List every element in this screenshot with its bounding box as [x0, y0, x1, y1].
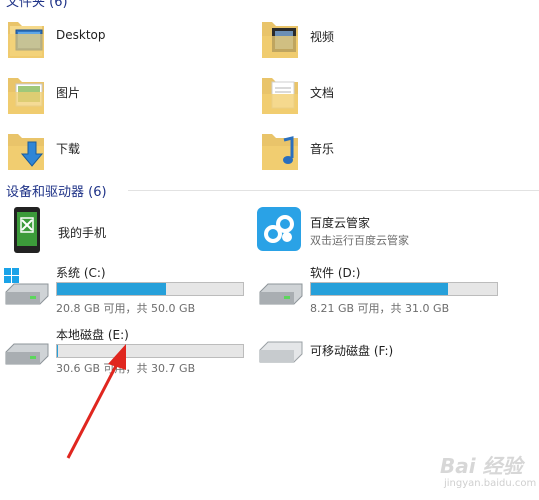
device-description: 双击运行百度云管家: [310, 234, 409, 247]
watermark-logo: Bai 经验: [440, 454, 523, 478]
drive-item-c[interactable]: 系统 (C:) 20.8 GB 可用，共 50.0 GB: [2, 262, 252, 318]
pictures-folder-icon: [8, 78, 44, 114]
hard-drive-icon: [5, 343, 49, 365]
device-label: 我的手机: [58, 226, 107, 240]
system-drive-icon: [4, 268, 49, 305]
hard-drive-icon: [259, 283, 303, 305]
folder-item-pictures[interactable]: 图片: [4, 66, 204, 120]
drive-item-d[interactable]: 软件 (D:) 8.21 GB 可用，共 31.0 GB: [256, 262, 506, 318]
section-divider: [128, 190, 539, 191]
drive-usage-fill: [57, 345, 58, 357]
drive-usage-fill: [57, 283, 166, 295]
drive-usage-bar: [56, 282, 244, 296]
device-item-phone[interactable]: 我的手机: [4, 204, 244, 256]
folders-section-title: 文件夹 (6): [6, 0, 68, 10]
watermark-url: jingyan.baidu.com: [444, 478, 537, 489]
folder-item-documents[interactable]: 文档: [258, 66, 458, 120]
devices-section-title: 设备和驱动器 (6): [6, 185, 107, 200]
removable-drive-icon: [259, 341, 303, 363]
watermark: Bai 经验 jingyan.baidu.com: [440, 450, 536, 496]
folder-label: 音乐: [310, 142, 335, 156]
desktop-folder-icon: [8, 22, 44, 58]
videos-folder-icon: [262, 22, 298, 58]
documents-folder-icon: [262, 78, 298, 114]
phone-icon: [14, 207, 40, 253]
folder-label: 视频: [310, 30, 335, 44]
folder-item-videos[interactable]: 视频: [258, 10, 458, 64]
device-label: 百度云管家: [310, 216, 371, 230]
drive-free-space: 8.21 GB 可用，共 31.0 GB: [310, 302, 450, 315]
drive-usage-fill: [311, 283, 448, 295]
folder-label: 下载: [56, 142, 81, 156]
baidu-cloud-icon: [257, 207, 301, 251]
drive-label: 系统 (C:): [56, 266, 106, 280]
drive-label: 软件 (D:): [310, 266, 361, 280]
music-folder-icon: [262, 134, 298, 170]
downloads-folder-icon: [8, 134, 44, 170]
drive-usage-bar: [310, 282, 498, 296]
drive-free-space: 20.8 GB 可用，共 50.0 GB: [56, 302, 196, 315]
folder-label: 文档: [310, 86, 335, 100]
folder-item-music[interactable]: 音乐: [258, 122, 458, 176]
folder-label: 图片: [56, 86, 81, 100]
drive-label: 可移动磁盘 (F:): [310, 344, 394, 358]
folder-label: Desktop: [56, 28, 106, 42]
drive-item-f[interactable]: 可移动磁盘 (F:): [256, 326, 506, 372]
annotation-arrow: [66, 344, 126, 459]
device-item-baidu-cloud[interactable]: 百度云管家 双击运行百度云管家: [256, 204, 516, 256]
folder-item-desktop[interactable]: Desktop: [4, 10, 204, 64]
folder-item-downloads[interactable]: 下载: [4, 122, 204, 176]
